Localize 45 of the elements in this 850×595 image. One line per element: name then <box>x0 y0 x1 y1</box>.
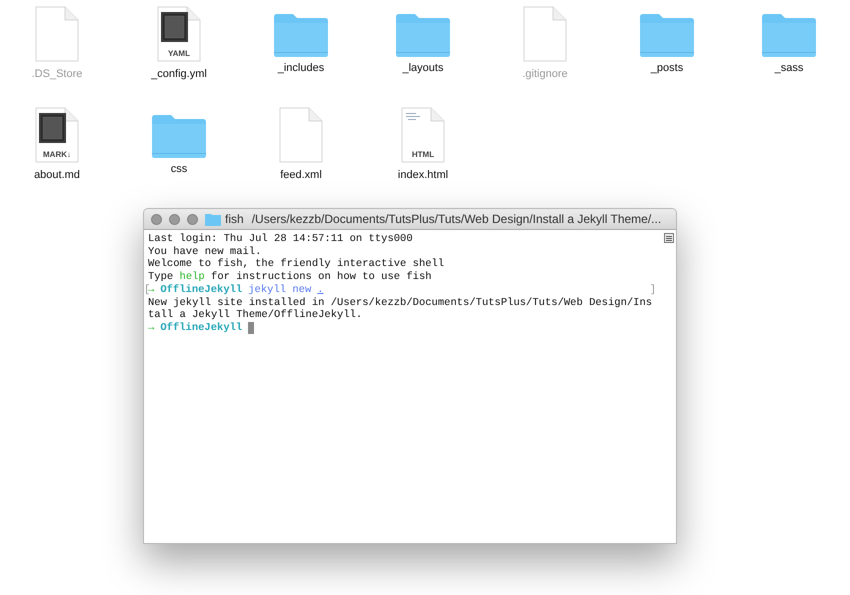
folder-icon[interactable] <box>395 12 451 58</box>
file-name[interactable]: _includes <box>278 62 324 74</box>
window-title: fish <box>225 212 244 226</box>
file-name[interactable]: _layouts <box>402 62 444 74</box>
prompt-directory: OfflineJekyll <box>160 284 242 297</box>
zoom-button[interactable] <box>187 214 198 224</box>
terminal-text: tall a Jekyll Theme/OfflineJekyll. <box>148 309 362 322</box>
terminal-text: New jekyll site installed in /Users/kezzb/Documents/TutsPlus/Tuts/Web Design/Ins <box>148 296 652 309</box>
window-path: /Users/kezzb/Documents/TutsPlus/Tuts/Web Design/Install a Jekyll Theme/... <box>252 212 662 226</box>
file-name[interactable]: feed.xml <box>280 169 322 181</box>
prompt-arrow: → <box>148 284 154 297</box>
folder-icon[interactable] <box>761 12 817 58</box>
command-argument: . <box>317 284 324 297</box>
file-name[interactable]: _config.yml <box>151 68 207 80</box>
terminal-text: for instructions on how to use fish <box>210 271 432 284</box>
folder-icon[interactable] <box>639 12 695 58</box>
line-mark: ] <box>650 284 656 297</box>
folder-icon[interactable] <box>273 12 329 58</box>
scroll-menu-icon[interactable] <box>664 233 674 243</box>
terminal-text: Type <box>148 271 174 284</box>
file-type-label: HTML <box>412 150 434 159</box>
terminal-text: Welcome to fish, the friendly interactive shell <box>148 258 444 271</box>
command-keyword: help <box>180 271 205 284</box>
blank-file-icon[interactable] <box>523 6 567 62</box>
folder-icon[interactable] <box>151 113 207 159</box>
blank-file-icon[interactable] <box>279 107 323 163</box>
minimize-button[interactable] <box>169 214 180 224</box>
close-button[interactable] <box>151 214 162 224</box>
file-name[interactable]: css <box>170 163 188 175</box>
file-name[interactable]: _sass <box>774 62 804 74</box>
document-icon[interactable] <box>157 6 201 62</box>
terminal-text: You have new mail. <box>148 246 262 258</box>
blank-file-icon[interactable] <box>35 6 79 62</box>
folder-icon <box>205 212 221 226</box>
prompt-directory: OfflineJekyll <box>160 322 242 335</box>
command-text: jekyll new <box>248 284 312 297</box>
file-type-label: MARK↓ <box>43 150 71 159</box>
prompt-arrow: → <box>148 322 154 335</box>
file-name[interactable]: index.html <box>398 169 448 181</box>
document-icon[interactable] <box>35 107 79 163</box>
file-name[interactable]: about.md <box>34 169 80 181</box>
file-name[interactable]: _posts <box>650 62 684 74</box>
terminal-text: Last login: Thu Jul 28 14:57:11 on ttys000 <box>148 233 413 246</box>
line-mark: [ <box>144 284 150 297</box>
file-type-label: YAML <box>168 49 190 58</box>
